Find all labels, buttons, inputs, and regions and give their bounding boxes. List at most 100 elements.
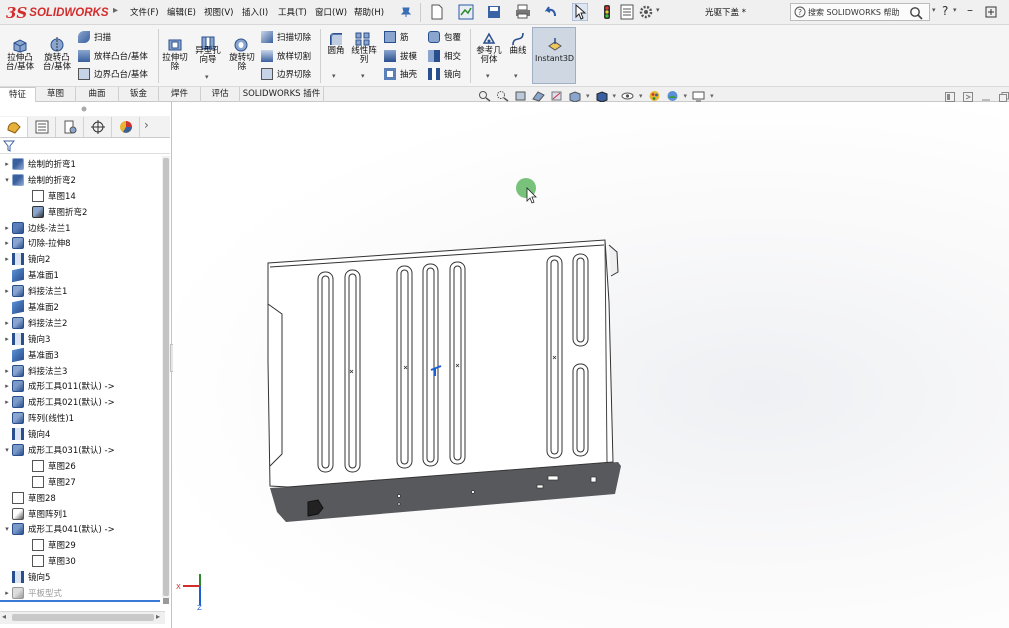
menu-help[interactable]: 帮助(H): [354, 6, 384, 18]
expand-arrow-icon[interactable]: ▸: [2, 589, 12, 597]
expand-arrow-icon[interactable]: ▸: [2, 335, 12, 343]
tree-item[interactable]: ▾ 绘制的折弯2: [0, 172, 162, 188]
tree-item[interactable]: 草图26: [0, 458, 162, 474]
rebuild-icon[interactable]: [602, 4, 612, 20]
pattern-dropdown-icon[interactable]: ▾: [361, 72, 365, 80]
menu-expand-icon[interactable]: ▸: [113, 5, 118, 16]
tab-feature-manager[interactable]: [0, 117, 28, 137]
shell-button[interactable]: 抽壳: [384, 68, 417, 80]
tab-sketch[interactable]: 草图: [36, 87, 76, 102]
tree-item[interactable]: 草图29: [0, 537, 162, 553]
draft-button[interactable]: 拔模: [384, 50, 417, 62]
tree-item[interactable]: 镜向5: [0, 569, 162, 585]
expand-arrow-icon[interactable]: ▸: [2, 224, 12, 232]
menu-insert[interactable]: 插入(I): [242, 6, 268, 18]
hole-wizard-dropdown-icon[interactable]: ▾: [205, 73, 209, 81]
new-document-icon[interactable]: [430, 4, 444, 20]
boundary-cut-button[interactable]: 边界切除: [261, 68, 311, 80]
select-cursor-icon[interactable]: [572, 3, 588, 21]
reference-geometry-button[interactable]: 参考几 何体: [473, 47, 505, 65]
expand-arrow-icon[interactable]: ▸: [2, 287, 12, 295]
sweep-button[interactable]: 扫描: [78, 31, 111, 43]
loft-boss-button[interactable]: 放样凸台/基体: [78, 50, 148, 62]
help-search-input[interactable]: 搜索 SOLIDWORKS 帮助: [808, 7, 900, 18]
tab-configuration-manager[interactable]: [56, 117, 84, 137]
tree-item[interactable]: ▸ 成形工具021(默认) ->: [0, 394, 162, 410]
tree-item[interactable]: 草图27: [0, 474, 162, 490]
extrude-cut-button[interactable]: 拉伸切 除: [159, 54, 191, 72]
tree-scroll-thumb[interactable]: [163, 158, 169, 596]
viewport-pane-icon[interactable]: [945, 92, 955, 102]
options-gear-icon[interactable]: [638, 4, 654, 20]
expand-arrow-icon[interactable]: ▸: [2, 319, 12, 327]
search-dropdown-icon[interactable]: ▾: [932, 6, 936, 14]
tree-item[interactable]: ▾ 成形工具041(默认) ->: [0, 521, 162, 537]
previous-view-icon[interactable]: [514, 90, 527, 102]
tab-evaluate[interactable]: 评估: [201, 87, 240, 102]
mirror-button[interactable]: 镜向: [428, 68, 461, 80]
menu-file[interactable]: 文件(F): [130, 6, 159, 18]
expand-arrow-icon[interactable]: ▾: [2, 525, 12, 533]
tab-surfaces[interactable]: 曲面: [76, 87, 119, 102]
zoom-to-area-icon[interactable]: [496, 90, 509, 102]
restore-icon[interactable]: [985, 6, 997, 18]
menu-window[interactable]: 窗口(W): [315, 6, 347, 18]
save-icon[interactable]: [487, 4, 502, 20]
hole-wizard-button[interactable]: 异型孔 向导: [192, 47, 224, 65]
expand-arrow-icon[interactable]: ▸: [2, 367, 12, 375]
tab-weldments[interactable]: 焊件: [159, 87, 201, 102]
expand-arrow-icon[interactable]: ▸: [2, 382, 12, 390]
expand-arrow-icon[interactable]: ▾: [2, 176, 12, 184]
tree-item[interactable]: 草图阵列1: [0, 506, 162, 522]
tree-item[interactable]: 基准面1: [0, 267, 162, 283]
panel-tabs-next-icon[interactable]: ›: [144, 118, 149, 132]
tree-item[interactable]: ▸ 镜向2: [0, 251, 162, 267]
search-icon[interactable]: [909, 6, 923, 20]
boundary-boss-button[interactable]: 边界凸台/基体: [78, 68, 148, 80]
help-search-box[interactable]: ? 搜索 SOLIDWORKS 帮助: [790, 3, 930, 21]
tree-item[interactable]: ▸ 平板型式: [0, 585, 162, 601]
hscroll-left-icon[interactable]: ◂: [2, 612, 6, 621]
solidworks-logo[interactable]: 3S SOLIDWORKS: [6, 3, 109, 23]
fillet-dropdown-icon[interactable]: ▾: [332, 72, 336, 80]
intersect-button[interactable]: 相交: [428, 50, 461, 62]
menu-edit[interactable]: 编辑(E): [167, 6, 196, 18]
tab-display-manager[interactable]: [112, 117, 140, 137]
curves-button[interactable]: 曲线: [505, 47, 531, 56]
tree-hscroll-thumb[interactable]: [12, 614, 154, 621]
wrap-button[interactable]: 包覆: [428, 31, 461, 43]
tree-item[interactable]: ▾ 成形工具031(默认) ->: [0, 442, 162, 458]
tree-item[interactable]: ▸ 边线-法兰1: [0, 220, 162, 236]
hide-show-items-icon[interactable]: [621, 90, 634, 102]
extrude-boss-button[interactable]: 拉伸凸 台/基体: [3, 54, 37, 72]
view-orientation-dropdown-icon[interactable]: ▾: [586, 92, 590, 100]
graphics-area[interactable]: X Z: [173, 102, 1009, 628]
viewport-minimize-icon[interactable]: [981, 92, 991, 102]
linear-pattern-button[interactable]: 线性阵 列: [348, 47, 380, 65]
undo-icon[interactable]: [543, 4, 559, 20]
view-settings-dropdown-icon[interactable]: ▾: [710, 92, 714, 100]
tree-item[interactable]: ▸ 斜接法兰2: [0, 315, 162, 331]
expand-arrow-icon[interactable]: ▸: [2, 255, 12, 263]
instant3d-button[interactable]: Instant3D: [532, 27, 576, 84]
expand-arrow-icon[interactable]: ▸: [2, 239, 12, 247]
tree-item[interactable]: 镜向4: [0, 426, 162, 442]
tab-dimxpert-manager[interactable]: [84, 117, 112, 137]
expand-arrow-icon[interactable]: ▸: [2, 398, 12, 406]
tab-features[interactable]: 特征: [0, 87, 36, 102]
tree-item[interactable]: ▸ 斜接法兰3: [0, 363, 162, 379]
help-icon[interactable]: ?: [942, 4, 948, 18]
tree-item[interactable]: 草图折弯2: [0, 204, 162, 220]
section-view-icon[interactable]: [532, 90, 545, 102]
options-dropdown-icon[interactable]: ▾: [656, 6, 660, 14]
revolve-boss-button[interactable]: 旋转凸 台/基体: [40, 54, 74, 72]
fillet-button[interactable]: 圆角: [322, 47, 350, 56]
zoom-to-fit-icon[interactable]: [478, 90, 491, 102]
tree-item[interactable]: 草图28: [0, 490, 162, 506]
view-settings-icon[interactable]: [692, 90, 705, 102]
tree-item[interactable]: ▸ 绘制的折弯1: [0, 156, 162, 172]
apply-scene-icon[interactable]: [666, 90, 679, 102]
panel-grip-icon[interactable]: [80, 105, 88, 113]
help-dropdown-icon[interactable]: ▾: [953, 6, 957, 14]
dynamic-annotation-icon[interactable]: [550, 90, 563, 102]
